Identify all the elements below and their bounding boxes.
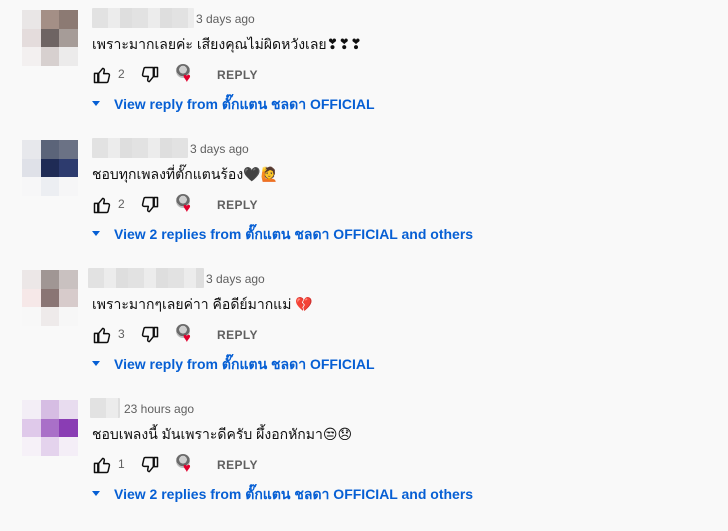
like-count: 1 <box>118 457 125 471</box>
reply-button[interactable]: REPLY <box>217 198 258 212</box>
view-replies-button[interactable]: View reply from ตั๊กแตน ชลดา OFFICIAL <box>92 354 375 374</box>
comment-timestamp[interactable]: 3 days ago <box>206 272 265 286</box>
creator-heart-icon: ♥ <box>176 454 198 476</box>
comment-actions: 2 ♥ REPLY <box>92 64 392 86</box>
comment-emoji: ❣❣❣ <box>326 36 362 52</box>
avatar[interactable] <box>22 400 78 456</box>
comment-emoji: 😒😞 <box>322 426 353 442</box>
heart-icon: ♥ <box>183 70 191 85</box>
thumbs-up-icon[interactable] <box>92 65 112 85</box>
comment-text: ชอบเพลงนี้ มันเพราะดีครับ ผึ้งอกหักมา😒😞 <box>92 424 352 446</box>
thumbs-down-icon[interactable] <box>140 325 160 345</box>
reply-button[interactable]: REPLY <box>217 68 258 82</box>
view-replies-label: View reply from ตั๊กแตน ชลดา OFFICIAL <box>114 356 375 372</box>
view-replies-label: View 2 replies from ตั๊กแตน ชลดา OFFICIA… <box>114 486 474 502</box>
creator-heart-icon: ♥ <box>176 194 198 216</box>
comment-actions: 1 ♥ REPLY <box>92 454 392 476</box>
comment-actions: 3 ♥ REPLY <box>92 324 392 346</box>
comment-timestamp[interactable]: 3 days ago <box>190 142 249 156</box>
caret-down-icon <box>92 491 100 496</box>
author-name[interactable] <box>92 138 188 158</box>
thumbs-up-icon[interactable] <box>92 195 112 215</box>
thumbs-down-icon[interactable] <box>140 455 160 475</box>
comment-thread: 3 days ago ชอบทุกเพลงที่ตั๊กแตนร้อง🖤🙋 2 … <box>0 130 728 260</box>
view-replies-label: View reply from ตั๊กแตน ชลดา OFFICIAL <box>114 96 375 112</box>
comment-emoji: 🖤🙋 <box>243 166 279 182</box>
view-replies-button[interactable]: View reply from ตั๊กแตน ชลดา OFFICIAL <box>92 94 375 114</box>
thumbs-up-icon[interactable] <box>92 325 112 345</box>
author-name[interactable] <box>90 398 120 418</box>
comment-body: เพราะมากๆเลยค่าา คือดีย์มากแม่ <box>92 296 292 312</box>
avatar[interactable] <box>22 140 78 196</box>
comment-actions: 2 ♥ REPLY <box>92 194 392 216</box>
reply-button[interactable]: REPLY <box>217 458 258 472</box>
comment-text: ชอบทุกเพลงที่ตั๊กแตนร้อง🖤🙋 <box>92 164 278 186</box>
avatar[interactable] <box>22 270 78 326</box>
comment-text: เพราะมากๆเลยค่าา คือดีย์มากแม่ 💔 <box>92 294 313 316</box>
heart-icon: ♥ <box>183 200 191 215</box>
view-replies-label: View 2 replies from ตั๊กแตน ชลดา OFFICIA… <box>114 226 474 242</box>
thumbs-up-icon[interactable] <box>92 455 112 475</box>
thumbs-down-icon[interactable] <box>140 65 160 85</box>
avatar[interactable] <box>22 10 78 66</box>
heart-icon: ♥ <box>183 330 191 345</box>
comment-body: ชอบทุกเพลงที่ตั๊กแตนร้อง <box>92 166 244 182</box>
like-count: 2 <box>118 67 125 81</box>
like-count: 2 <box>118 197 125 211</box>
reply-button[interactable]: REPLY <box>217 328 258 342</box>
comment-thread: 3 days ago เพราะมากเลยค่ะ เสียงคุณไม่ผิด… <box>0 0 728 130</box>
view-replies-button[interactable]: View 2 replies from ตั๊กแตน ชลดา OFFICIA… <box>92 484 473 504</box>
author-name[interactable] <box>88 268 204 288</box>
comment-thread: 23 hours ago ชอบเพลงนี้ มันเพราะดีครับ ผ… <box>0 390 728 520</box>
caret-down-icon <box>92 101 100 106</box>
heart-icon: ♥ <box>183 460 191 475</box>
creator-heart-icon: ♥ <box>176 64 198 86</box>
caret-down-icon <box>92 361 100 366</box>
comment-text: เพราะมากเลยค่ะ เสียงคุณไม่ผิดหวังเลย❣❣❣ <box>92 34 362 56</box>
comment-thread: 3 days ago เพราะมากๆเลยค่าา คือดีย์มากแม… <box>0 260 728 390</box>
thumbs-down-icon[interactable] <box>140 195 160 215</box>
like-count: 3 <box>118 327 125 341</box>
view-replies-button[interactable]: View 2 replies from ตั๊กแตน ชลดา OFFICIA… <box>92 224 473 244</box>
comment-body: เพราะมากเลยค่ะ เสียงคุณไม่ผิดหวังเลย <box>92 36 327 52</box>
author-name[interactable] <box>92 8 194 28</box>
comment-timestamp[interactable]: 23 hours ago <box>124 402 194 416</box>
comment-emoji: 💔 <box>295 296 313 312</box>
comment-timestamp[interactable]: 3 days ago <box>196 12 255 26</box>
creator-heart-icon: ♥ <box>176 324 198 346</box>
comment-body: ชอบเพลงนี้ มันเพราะดีครับ ผึ้งอกหักมา <box>92 426 323 442</box>
caret-down-icon <box>92 231 100 236</box>
